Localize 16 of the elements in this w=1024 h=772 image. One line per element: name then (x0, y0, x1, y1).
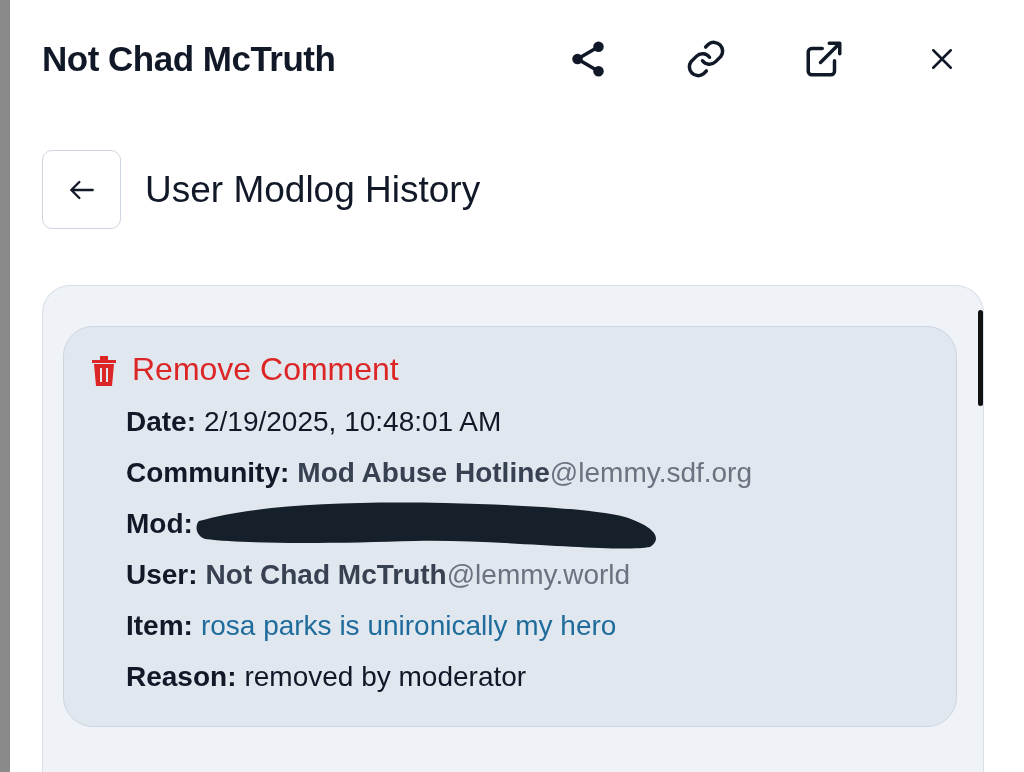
item-link[interactable]: rosa parks is unironically my hero (200, 609, 617, 642)
field-label: Community: (126, 456, 290, 489)
action-title: Remove Comment (132, 351, 399, 388)
field-label: Mod: (126, 507, 193, 540)
user-link[interactable]: Not Chad McTruth@lemmy.world (205, 558, 631, 591)
field-value: 2/19/2025, 10:48:01 AM (204, 405, 502, 438)
trash-icon (90, 353, 118, 386)
field-value: removed by moderator (244, 660, 527, 693)
user-link[interactable]: Mod Abuse Hotline@lemmy.sdf.org (297, 456, 752, 489)
field-label: User: (126, 558, 198, 591)
field-label: Item: (126, 609, 193, 642)
page-title: User Modlog History (145, 168, 481, 211)
field-label: Date: (126, 405, 196, 438)
user-title: Not Chad McTruth (42, 39, 337, 79)
scrollbar[interactable] (978, 310, 983, 406)
field-label: Reason: (126, 660, 237, 693)
